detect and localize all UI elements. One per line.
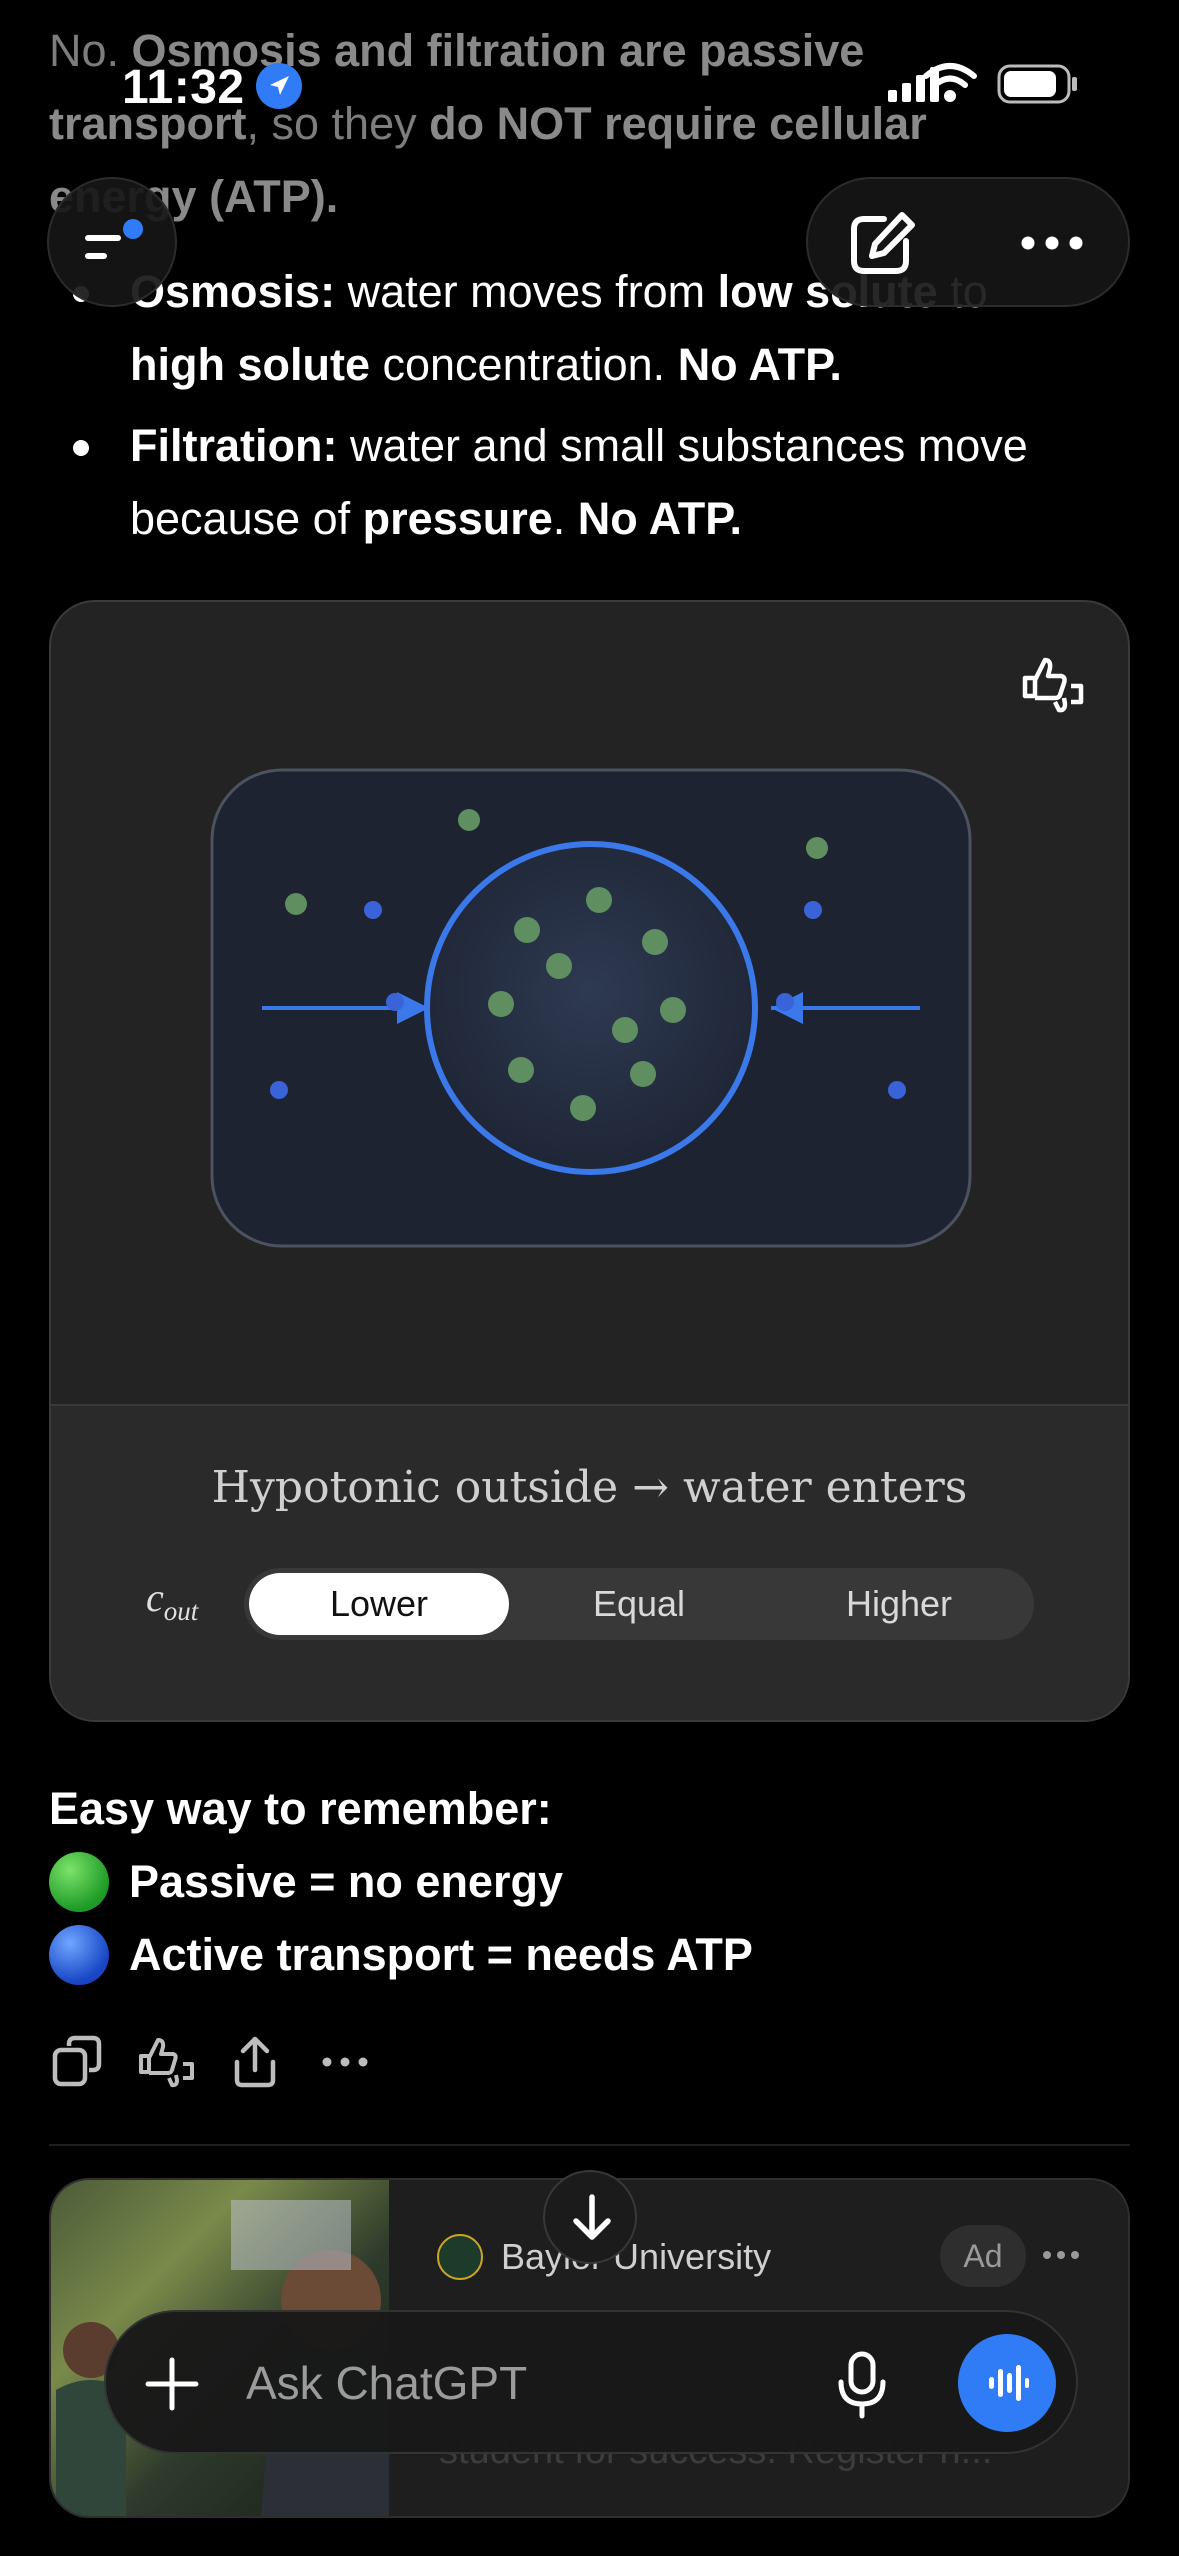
location-icon <box>256 63 302 109</box>
blue-circle-icon <box>49 1924 109 1985</box>
voice-mode-button[interactable] <box>958 2334 1056 2432</box>
message-input[interactable] <box>246 2350 806 2416</box>
green-circle-icon <box>49 1851 109 1912</box>
osmosis-widget: Hypotonic outside → water enters cout Lo… <box>49 600 1130 1722</box>
baylor-logo-icon <box>437 2234 483 2280</box>
widget-caption: Hypotonic outside → water enters <box>211 1462 968 1513</box>
plus-icon[interactable] <box>144 2356 200 2412</box>
new-chat-icon[interactable] <box>846 209 918 279</box>
composer-bar <box>104 2310 1078 2454</box>
more-actions-icon[interactable] <box>315 2032 375 2092</box>
header-actions <box>806 177 1130 307</box>
widget-controls <box>51 1404 1128 1720</box>
osmosis-diagram <box>210 768 972 1248</box>
arrow-down-icon <box>573 2194 611 2240</box>
wifi-icon <box>923 63 977 102</box>
copy-icon[interactable] <box>49 2032 109 2092</box>
status-time: 11:32 <box>122 61 245 114</box>
bullet-dot <box>73 440 89 456</box>
scroll-down-button[interactable] <box>543 2170 637 2264</box>
option-lower[interactable]: Lower <box>249 1573 509 1635</box>
summary-block: Easy way to remember: Passive = no energ… <box>49 1772 753 1991</box>
more-options-icon[interactable] <box>1020 235 1084 251</box>
status-bar: 11:32 <box>0 0 1179 170</box>
concentration-segmented-control[interactable]: Lower Equal Higher <box>244 1568 1034 1640</box>
waveform-icon <box>989 2365 1029 2401</box>
battery-icon <box>997 64 1077 104</box>
ad-badge: Ad <box>940 2225 1026 2287</box>
option-higher[interactable]: Higher <box>769 1573 1029 1635</box>
summary-heading: Easy way to remember: <box>49 1783 552 1834</box>
sidebar-menu-button[interactable] <box>47 177 177 307</box>
summary-active: Active transport = needs ATP <box>49 1918 753 1991</box>
share-icon[interactable] <box>225 2032 285 2092</box>
summary-passive: Passive = no energy <box>49 1845 753 1918</box>
menu-icon <box>85 219 143 259</box>
ad-brand: Baylor University <box>501 2236 772 2277</box>
option-equal[interactable]: Equal <box>509 1573 769 1635</box>
feedback-icon[interactable] <box>137 2032 197 2092</box>
microphone-icon[interactable] <box>833 2350 891 2420</box>
ad-more-icon[interactable] <box>1041 2248 1081 2262</box>
variable-label: cout <box>146 1575 199 1626</box>
divider <box>49 2144 1130 2146</box>
